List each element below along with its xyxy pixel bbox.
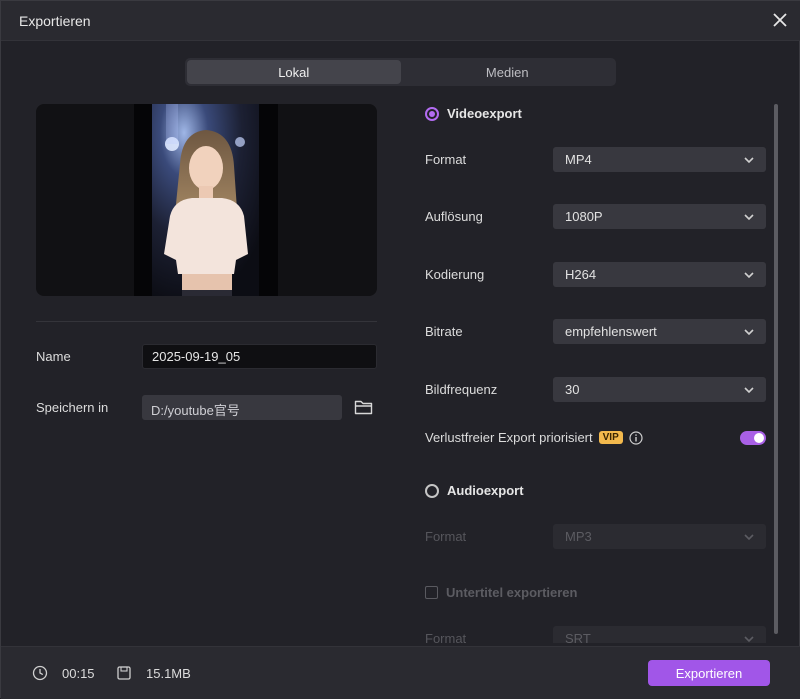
encoding-select[interactable]: H264	[553, 262, 766, 287]
chevron-down-icon	[744, 386, 754, 393]
video-export-heading: Videoexport	[447, 106, 522, 121]
chevron-down-icon	[744, 533, 754, 540]
bitrate-label: Bitrate	[425, 324, 463, 339]
subtitle-export-heading: Untertitel exportieren	[446, 585, 578, 600]
encoding-value: H264	[565, 267, 597, 282]
video-preview	[36, 104, 377, 296]
settings-scrollbar[interactable]	[774, 104, 778, 634]
audio-format-label: Format	[425, 529, 467, 544]
preview-thumbnail	[152, 104, 259, 296]
folder-icon[interactable]	[354, 398, 373, 416]
clock-icon	[32, 665, 48, 681]
format-value: MP4	[565, 152, 592, 167]
file-name-input[interactable]	[142, 344, 377, 369]
save-location-label: Speichern in	[36, 400, 109, 415]
subtitle-export-checkbox[interactable]	[425, 586, 438, 599]
name-label: Name	[36, 349, 71, 364]
subtitle-format-select: SRT	[553, 626, 766, 643]
tab-bar: Lokal Medien	[185, 58, 616, 86]
subtitle-format-value: SRT	[565, 631, 591, 643]
audio-export-radio[interactable]	[425, 483, 439, 498]
chevron-down-icon	[744, 328, 754, 335]
audio-export-option[interactable]: Audioexport	[425, 483, 524, 498]
chevron-down-icon	[744, 271, 754, 278]
tab-medien[interactable]: Medien	[401, 60, 615, 84]
chevron-down-icon	[744, 213, 754, 220]
resolution-label: Auflösung	[425, 209, 483, 224]
export-button[interactable]: Exportieren	[648, 660, 770, 686]
video-export-option[interactable]: Videoexport	[425, 106, 522, 121]
export-dialog: Exportieren Lokal Medien Name 2025-09-19…	[0, 0, 800, 699]
framerate-label: Bildfrequenz	[425, 382, 498, 397]
divider	[36, 321, 377, 322]
save-disk-icon	[117, 666, 131, 680]
close-icon	[773, 13, 787, 27]
chevron-down-icon	[744, 156, 754, 163]
framerate-value: 30	[565, 382, 580, 397]
resolution-value: 1080P	[565, 209, 603, 224]
encoding-label: Kodierung	[425, 267, 485, 282]
dialog-title: Exportieren	[19, 13, 91, 29]
export-settings-panel: Videoexport Format MP4 Auflösung 1080P K…	[425, 101, 767, 643]
audio-format-select: MP3	[553, 524, 766, 549]
lossless-export-label: Verlustfreier Export priorisiert	[425, 430, 593, 445]
file-size-value: 15.1MB	[146, 666, 191, 681]
duration-value: 00:15	[62, 666, 95, 681]
framerate-select[interactable]: 30	[553, 377, 766, 402]
audio-export-heading: Audioexport	[447, 483, 524, 498]
bitrate-select[interactable]: empfehlenswert	[553, 319, 766, 344]
save-path-field[interactable]: D:/youtube官号	[142, 395, 342, 420]
tab-lokal[interactable]: Lokal	[187, 60, 401, 84]
resolution-select[interactable]: 1080P	[553, 204, 766, 229]
format-select[interactable]: MP4	[553, 147, 766, 172]
bitrate-value: empfehlenswert	[565, 324, 657, 339]
subtitle-format-label: Format	[425, 631, 467, 643]
lossless-export-toggle[interactable]	[740, 431, 766, 445]
audio-format-value: MP3	[565, 529, 592, 544]
vip-badge: VIP	[598, 431, 623, 444]
close-button[interactable]	[769, 9, 791, 31]
subtitle-export-option[interactable]: Untertitel exportieren	[425, 585, 577, 600]
footer-bar: 00:15 15.1MB Exportieren	[1, 646, 800, 699]
format-label: Format	[425, 152, 467, 167]
video-export-radio[interactable]	[425, 106, 439, 121]
lossless-export-row: Verlustfreier Export priorisiert VIP	[425, 430, 643, 445]
info-icon[interactable]	[629, 430, 643, 445]
title-bar: Exportieren	[1, 1, 800, 41]
chevron-down-icon	[744, 635, 754, 642]
